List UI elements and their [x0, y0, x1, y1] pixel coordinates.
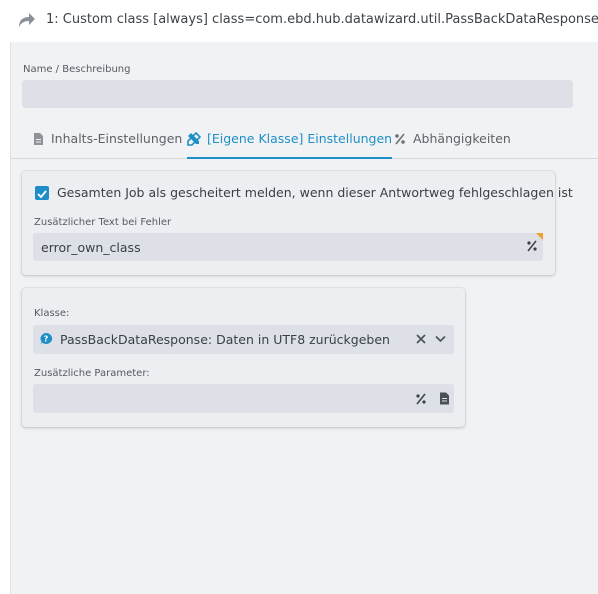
class-label: Klasse:	[34, 308, 70, 319]
class-settings-card: Klasse: ? PassBackDataResponse: Daten in…	[22, 288, 465, 427]
tab-eigene-klasse-einstellungen[interactable]: [Eigene Klasse] Einstellungen	[187, 131, 393, 159]
tab-abhaengigkeiten[interactable]: Abhängigkeiten	[393, 131, 511, 157]
class-select[interactable]: ? PassBackDataResponse: Daten in UTF8 zu…	[33, 325, 454, 354]
tab-label: [Eigene Klasse] Einstellungen	[207, 131, 393, 146]
extra-text-label: Zusätzlicher Text bei Fehler	[34, 217, 172, 228]
extra-text-value: error_own_class	[41, 240, 141, 255]
document-icon	[34, 133, 43, 145]
chevron-down-icon[interactable]	[435, 335, 446, 343]
tools-icon	[187, 132, 201, 146]
main-panel: Name / Beschreibung Inhalts-Einstellunge…	[10, 42, 598, 594]
clear-icon[interactable]	[416, 334, 426, 344]
corner-marker-icon	[536, 233, 543, 240]
tab-inhalts-einstellungen[interactable]: Inhalts-Einstellungen	[31, 131, 182, 157]
tab-label: Inhalts-Einstellungen	[51, 131, 183, 146]
help-bubble-icon: ?	[40, 332, 53, 345]
checkmark-icon	[37, 190, 47, 199]
header-bar: 1: Custom class [always] class=com.ebd.h…	[0, 0, 598, 42]
percent-icon[interactable]	[526, 240, 538, 252]
fail-job-label: Gesamten Job als gescheitert melden, wen…	[57, 185, 573, 200]
percent-icon[interactable]	[415, 393, 427, 405]
percent-icon	[395, 133, 405, 145]
params-label: Zusätzliche Parameter:	[34, 368, 150, 379]
svg-text:?: ?	[44, 335, 49, 344]
tab-label: Abhängigkeiten	[413, 131, 511, 146]
params-input[interactable]	[33, 384, 454, 413]
page-title: 1: Custom class [always] class=com.ebd.h…	[46, 12, 598, 27]
name-input[interactable]	[22, 80, 573, 108]
extra-text-input[interactable]: error_own_class	[33, 233, 543, 261]
redo-arrow-icon	[19, 13, 35, 27]
document-icon[interactable]	[439, 392, 450, 405]
fail-job-checkbox[interactable]	[35, 186, 49, 200]
tab-bar: Inhalts-Einstellungen [Eigene Klasse] Ei…	[11, 126, 598, 159]
class-select-value: PassBackDataResponse: Daten in UTF8 zurü…	[60, 332, 390, 347]
name-field-label: Name / Beschreibung	[23, 64, 131, 75]
error-settings-card: Gesamten Job als gescheitert melden, wen…	[22, 171, 573, 275]
